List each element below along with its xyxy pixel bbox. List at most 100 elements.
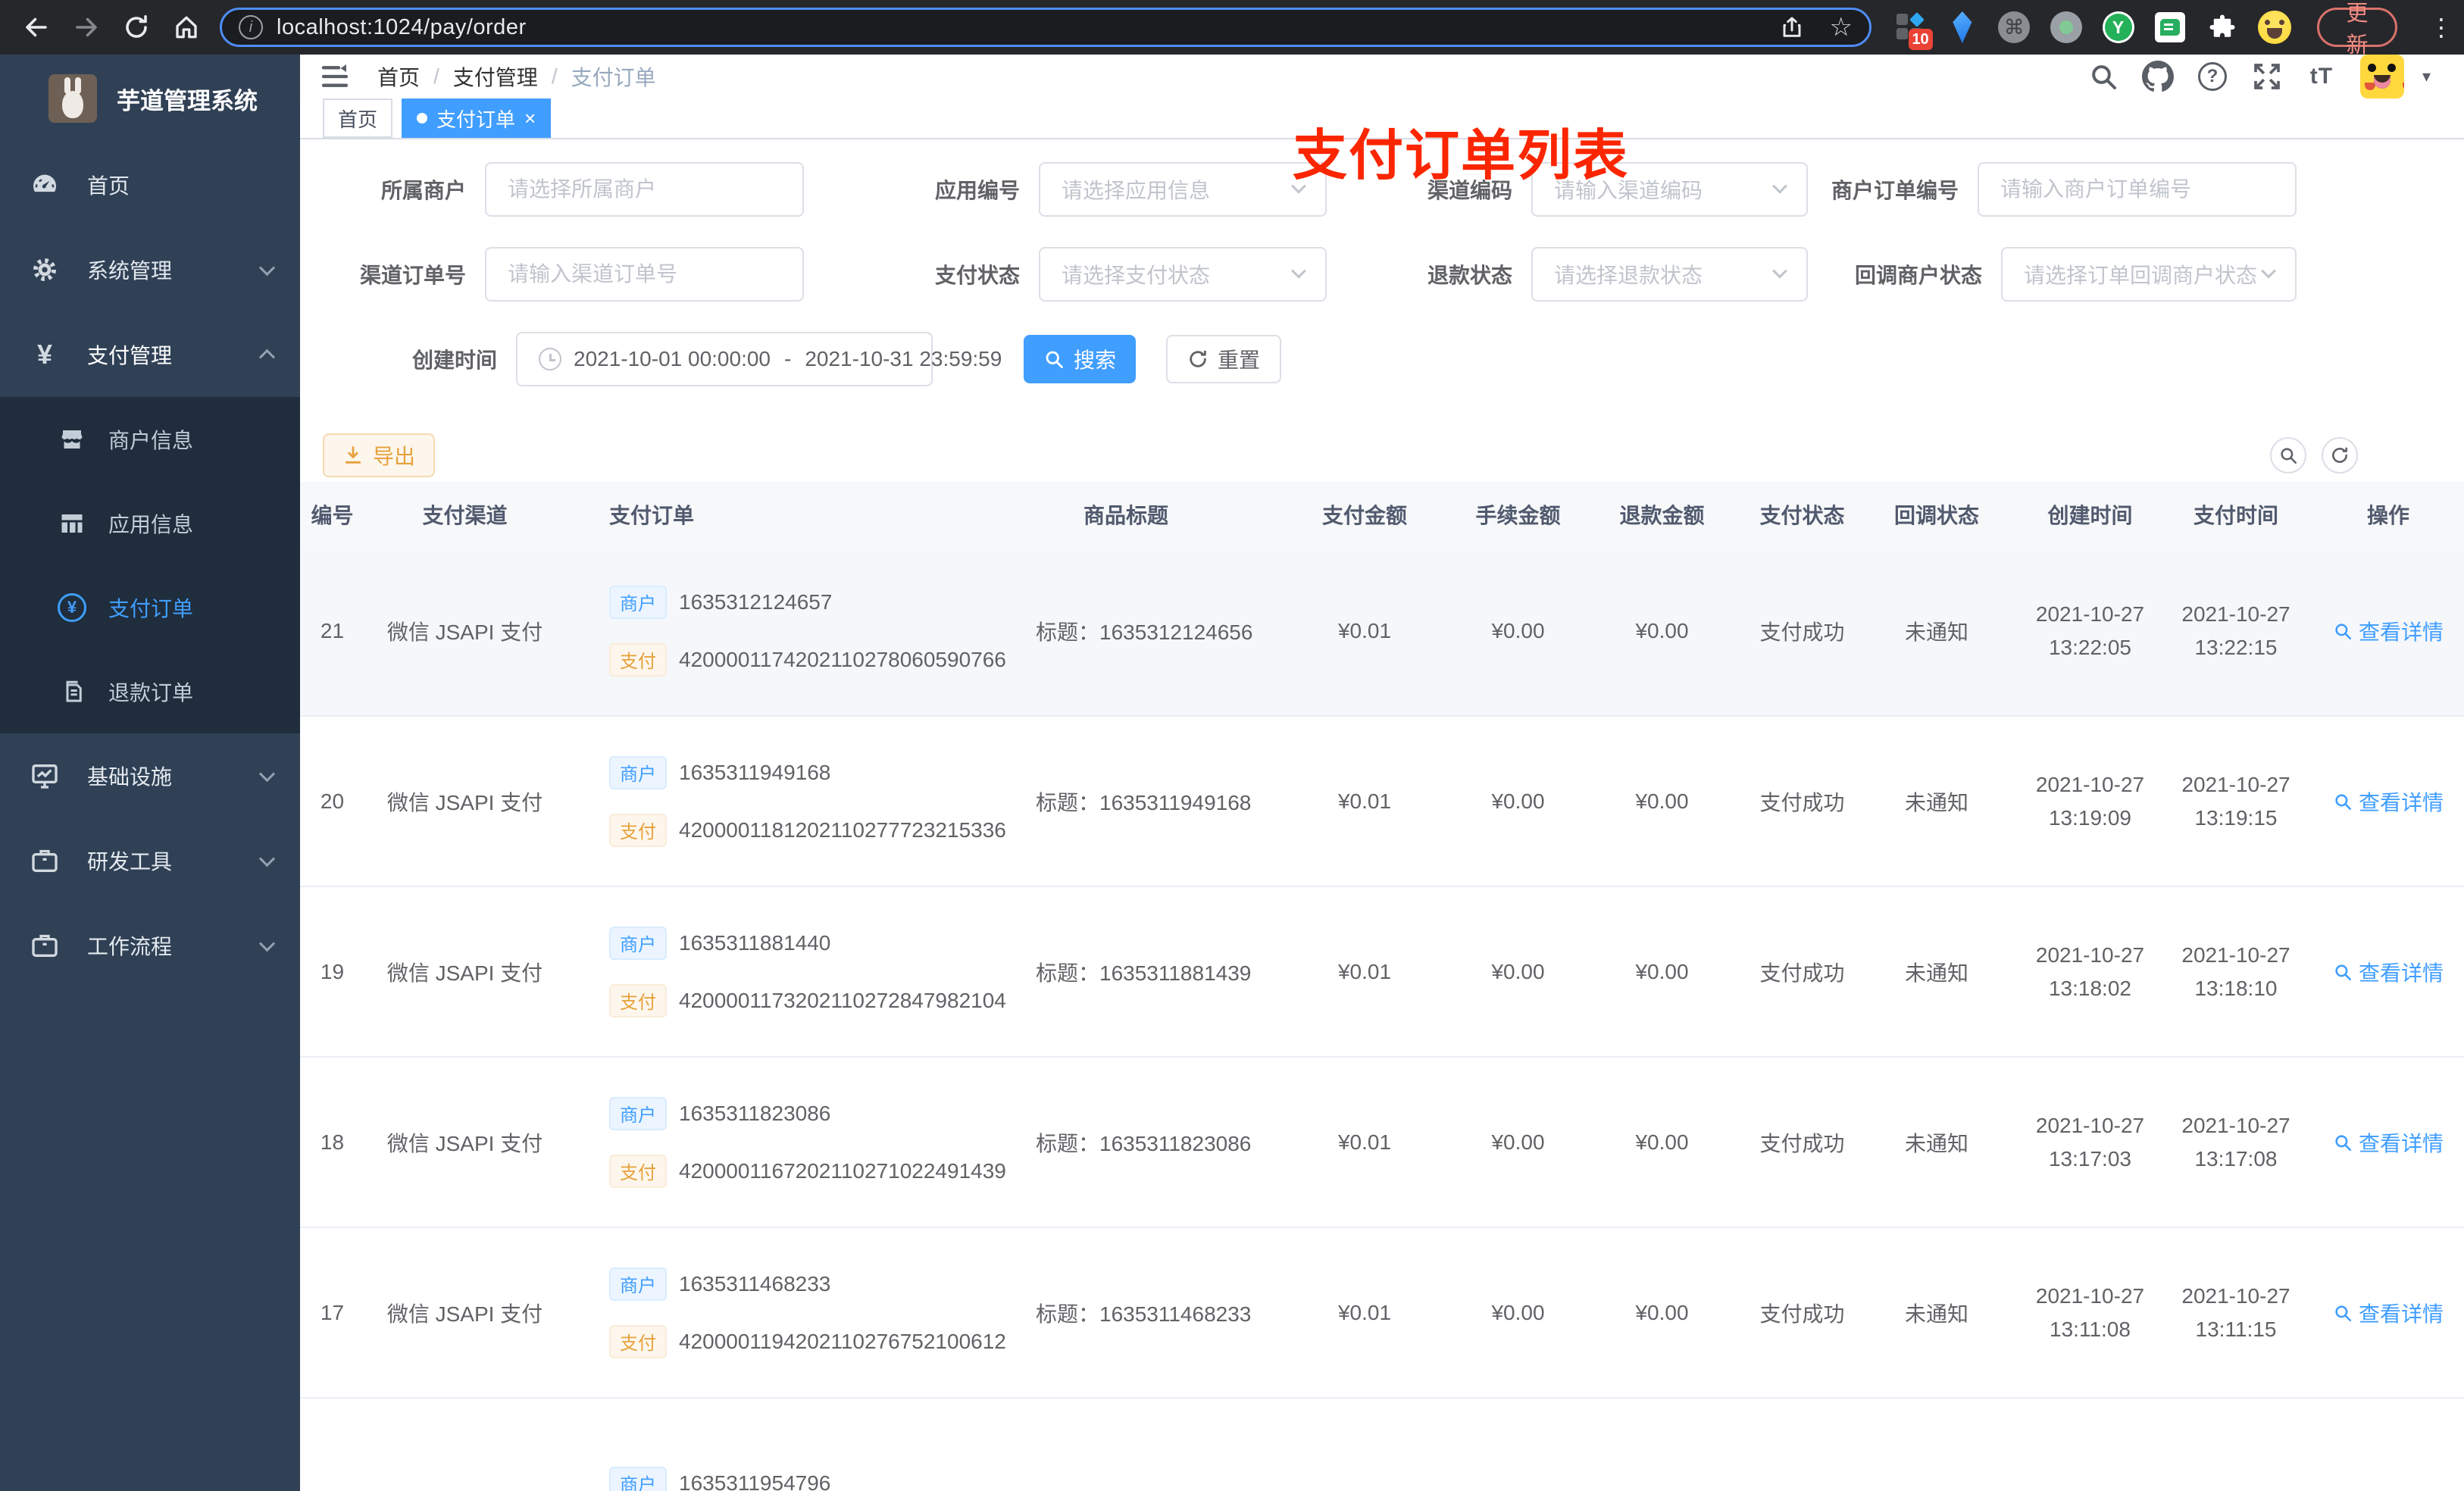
- bookmark-star-icon[interactable]: ☆: [1830, 14, 1853, 40]
- cell-order-no: 商户 1635311823086 支付 4200001167202110271022…: [565, 1058, 1006, 1227]
- export-button[interactable]: 导出: [323, 433, 436, 477]
- cell-amount: ¥0.01: [1337, 1300, 1392, 1324]
- cell-refund: ¥0.00: [1635, 1300, 1689, 1324]
- view-detail-link[interactable]: 查看详情: [2333, 786, 2444, 817]
- sidebar-item-home[interactable]: 首页: [0, 142, 300, 227]
- cell-notify-status: 未通知: [1904, 620, 1968, 644]
- extension-chat-icon[interactable]: [2154, 11, 2187, 44]
- font-size-icon[interactable]: tT: [2306, 61, 2337, 92]
- notify-status-select[interactable]: 请选择订单回调商户状态: [2001, 247, 2297, 302]
- fullscreen-icon[interactable]: [2251, 61, 2283, 92]
- sidebar-item-workflow[interactable]: 工作流程: [0, 903, 300, 988]
- extension-y-icon[interactable]: Y: [2102, 11, 2134, 44]
- extension-grid-icon[interactable]: 10: [1894, 11, 1933, 50]
- extensions-puzzle-icon[interactable]: [2206, 11, 2238, 44]
- payment-submenu: 商户信息 应用信息 ¥ 支付订单 退款订单: [0, 397, 300, 733]
- sidebar-item-payment[interactable]: ¥ 支付管理: [0, 312, 300, 397]
- cell-amount: ¥0.01: [1337, 789, 1392, 813]
- merchant-order-no-input[interactable]: [1978, 162, 2297, 217]
- breadcrumb-home[interactable]: 首页: [377, 61, 420, 92]
- date-end-value[interactable]: 2021-10-31 23:59:59: [805, 347, 1002, 371]
- browser-update-button[interactable]: 更新: [2316, 2, 2398, 58]
- sidebar-item-label: 系统管理: [87, 259, 173, 283]
- clock-icon: [539, 348, 561, 370]
- extension-balloon-icon[interactable]: [1946, 11, 1979, 44]
- col-header-id: 编号: [311, 503, 354, 527]
- profile-avatar-icon[interactable]: [2257, 11, 2291, 44]
- tab-label: 首页: [338, 108, 378, 131]
- chevron-down-icon: [1772, 263, 1787, 279]
- sidebar-item-app-info[interactable]: 应用信息: [0, 481, 300, 565]
- cell-action: 查看详情: [2312, 887, 2464, 1056]
- extension-command-icon[interactable]: ⌘: [1998, 11, 2031, 44]
- help-icon[interactable]: ?: [2197, 61, 2228, 92]
- view-detail-link[interactable]: 查看详情: [2333, 616, 2444, 646]
- view-detail-link[interactable]: 查看详情: [2333, 1298, 2444, 1328]
- col-header-amount: 支付金额: [1321, 503, 1407, 527]
- avatar[interactable]: [2359, 55, 2404, 98]
- cell-fee: ¥0.00: [1491, 1300, 1545, 1324]
- pay-status-select[interactable]: 请选择支付状态: [1039, 247, 1327, 302]
- sidebar-collapse-icon[interactable]: [318, 60, 352, 93]
- document-copy-icon: [57, 678, 87, 705]
- site-info-icon[interactable]: i: [239, 15, 263, 39]
- date-start-value[interactable]: 2021-10-01 00:00:00: [574, 347, 771, 371]
- cell-create-time: 2021-10-27 13:17:03: [2035, 1113, 2145, 1171]
- cell-pay-status: 支付成功: [1759, 620, 1845, 644]
- cell-notify-status: 未通知: [1904, 1302, 1968, 1326]
- table-row: 17 微信 JSAPI 支付 商户 1635311468233 支付 4200001…: [300, 1228, 2464, 1399]
- search-button[interactable]: 搜索: [1024, 335, 1137, 383]
- merchant-select-input[interactable]: [485, 162, 804, 217]
- table-row: 21 微信 JSAPI 支付 商户 1635312124657 支付 4200001…: [300, 546, 2464, 717]
- chevron-down-icon: [258, 259, 276, 276]
- cell-action: 查看详情: [2312, 1058, 2464, 1227]
- sidebar-item-pay-order[interactable]: ¥ 支付订单: [0, 565, 300, 649]
- yen-circle-icon: ¥: [57, 592, 87, 622]
- sidebar-item-label: 首页: [87, 174, 130, 198]
- address-bar[interactable]: i localhost:1024/pay/order ☆: [220, 8, 1871, 47]
- col-header-create-time: 创建时间: [2047, 503, 2133, 527]
- refund-status-select[interactable]: 请选择退款状态: [1531, 247, 1808, 302]
- channel-order-no-input[interactable]: [485, 247, 804, 302]
- tab-pay-order[interactable]: 支付订单 ×: [402, 98, 552, 138]
- table-header-row: 编号 支付渠道 支付订单 商品标题 支付金额 手续金额 退款金额 支付状态 回调…: [300, 482, 2464, 546]
- toggle-search-icon[interactable]: [2270, 437, 2306, 474]
- cell-id: 21: [320, 618, 345, 642]
- share-icon[interactable]: [1777, 12, 1807, 42]
- reset-button[interactable]: 重置: [1166, 335, 1282, 383]
- extension-dot-icon[interactable]: [2050, 11, 2083, 44]
- browser-menu-icon[interactable]: ⋮: [2429, 13, 2453, 42]
- view-detail-link[interactable]: 查看详情: [2333, 1127, 2444, 1158]
- breadcrumb-pay-manage[interactable]: 支付管理: [453, 61, 538, 92]
- chevron-up-icon: [258, 349, 276, 365]
- view-detail-link[interactable]: 查看详情: [2333, 957, 2444, 987]
- sidebar-logo[interactable]: 芋道管理系统: [0, 55, 300, 142]
- search-icon[interactable]: [2087, 61, 2119, 92]
- sidebar-item-label: 研发工具: [87, 850, 173, 874]
- create-time-range-picker[interactable]: 2021-10-01 00:00:00 - 2021-10-31 23:59:5…: [516, 332, 1002, 386]
- sidebar-item-devtools[interactable]: 研发工具: [0, 818, 300, 903]
- tab-home[interactable]: 首页: [323, 98, 393, 138]
- github-icon[interactable]: [2141, 61, 2174, 92]
- browser-extensions: 10 ⌘ Y 更新 ⋮: [1894, 2, 2453, 58]
- refresh-icon[interactable]: [2322, 437, 2358, 474]
- col-header-order: 支付订单: [609, 503, 695, 527]
- sidebar-item-infrastructure[interactable]: 基础设施: [0, 733, 300, 818]
- app-id-select[interactable]: 请选择应用信息: [1039, 162, 1327, 217]
- merchant-tag: 商户: [609, 585, 667, 619]
- sidebar-item-system[interactable]: 系统管理: [0, 227, 300, 312]
- table-row: 19 微信 JSAPI 支付 商户 1635311881440 支付 4200001…: [300, 887, 2464, 1058]
- back-icon[interactable]: [21, 12, 52, 42]
- merchant-tag: 商户: [609, 926, 667, 960]
- sidebar-item-merchant-info[interactable]: 商户信息: [0, 397, 300, 481]
- home-icon[interactable]: [171, 12, 202, 42]
- sidebar-item-label: 商户信息: [108, 428, 194, 452]
- briefcase-icon: [28, 846, 61, 876]
- sidebar-item-refund-order[interactable]: 退款订单: [0, 649, 300, 733]
- forward-icon[interactable]: [71, 12, 102, 42]
- reload-icon[interactable]: [121, 12, 152, 42]
- cell-order-no: 商户 1635312124657 支付 4200001174202110278060…: [565, 546, 1006, 715]
- cell-refund: ¥0.00: [1635, 1130, 1689, 1154]
- close-icon[interactable]: ×: [524, 108, 536, 128]
- avatar-caret-icon[interactable]: ▾: [2422, 67, 2431, 86]
